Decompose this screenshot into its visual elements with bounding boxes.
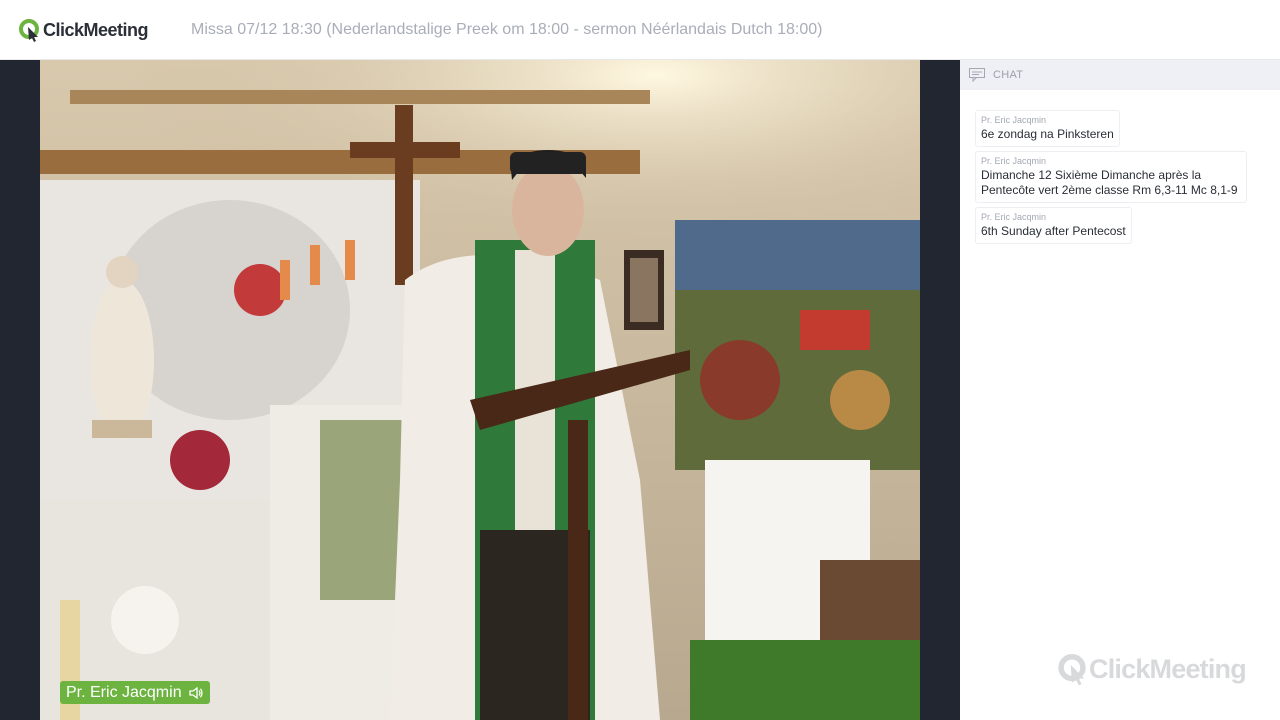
chat-message-author: Pr. Eric Jacqmin xyxy=(981,115,1047,125)
chat-message: Pr. Eric Jacqmin Dimanche 12 Sixième Dim… xyxy=(975,151,1247,203)
speaker-icon[interactable] xyxy=(188,685,204,701)
presenter-name: Pr. Eric Jacqmin xyxy=(66,683,182,701)
chat-icon xyxy=(969,68,985,82)
presenter-name-tag: Pr. Eric Jacqmin xyxy=(60,681,210,704)
chat-header[interactable]: CHAT xyxy=(960,60,1280,90)
clickmeeting-watermark-icon xyxy=(1058,654,1086,686)
video-area: Pr. Eric Jacqmin xyxy=(0,60,960,720)
chat-message-list: Pr. Eric Jacqmin 6e zondag na Pinksteren… xyxy=(975,110,1265,248)
chat-message-author: Pr. Eric Jacqmin xyxy=(981,156,1047,166)
chat-message: Pr. Eric Jacqmin 6e zondag na Pinksteren xyxy=(975,110,1120,147)
chat-header-label: CHAT xyxy=(993,69,1024,81)
chat-panel: CHAT Pr. Eric Jacqmin 6e zondag na Pinks… xyxy=(960,60,1280,720)
chat-message-text: 6e zondag na Pinksteren xyxy=(981,127,1114,141)
top-bar: ClickMeeting Missa 07/12 18:30 (Nederlan… xyxy=(0,0,1280,60)
page-title: Missa 07/12 18:30 (Nederlandstalige Pree… xyxy=(191,21,823,38)
chat-message: Pr. Eric Jacqmin 6th Sunday after Pentec… xyxy=(975,207,1132,244)
watermark-text: ClickMeeting xyxy=(1089,653,1247,684)
logo-text: ClickMeeting xyxy=(43,19,149,40)
clickmeeting-logo: ClickMeeting xyxy=(18,18,149,42)
clickmeeting-watermark: ClickMeeting xyxy=(1057,652,1247,686)
chat-message-text: Dimanche 12 Sixième Dimanche après la Pe… xyxy=(981,168,1238,197)
chat-message-text: 6th Sunday after Pentecost xyxy=(981,224,1126,238)
presenter-video[interactable] xyxy=(40,60,920,720)
chat-message-author: Pr. Eric Jacqmin xyxy=(981,212,1047,222)
clickmeeting-logo-icon xyxy=(19,19,39,42)
